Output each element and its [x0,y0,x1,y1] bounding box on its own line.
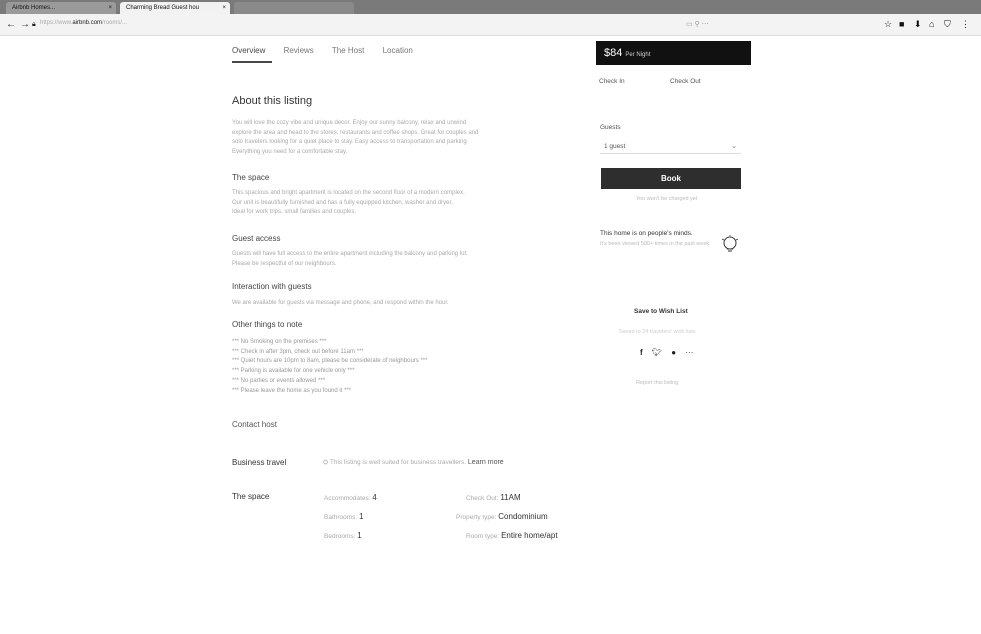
rare-find-title: This home is on people's minds. [600,230,693,237]
tab-reviews[interactable]: Reviews [284,46,314,55]
space-text: This spacious and bright apartment is lo… [232,190,465,216]
contact-host-link[interactable]: Contact host [232,420,277,429]
about-title: About this listing [232,95,313,107]
listing-subnav: Overview Reviews The Host Location [232,46,429,55]
browser-tab-active[interactable]: Charming Bread Guest hou × [120,2,230,14]
detail-check-out: Check Out: 11AM [466,493,521,502]
close-icon[interactable]: × [108,2,112,14]
reader-mode-icon[interactable]: ▭ ⚲ ⋯ [686,20,709,28]
detail-room-type: Room type: Entire home/apt [466,531,558,540]
twitter-icon[interactable]: 🐦︎ [652,348,662,357]
detail-accommodates: Accommodates: 4 [324,493,377,502]
wont-be-charged-note: You won't be charged yet [636,196,698,202]
about-text: You will love the cozy vibe and unique d… [232,120,479,155]
list-item: *** No parties or events allowed *** [232,377,326,384]
business-travel-text: ⛭ This listing is well suited for busine… [323,459,504,466]
rare-find-subtitle: It's been viewed 500+ times in the past … [600,241,711,247]
briefcase-icon: ⛭ [323,459,330,466]
book-button[interactable]: Book [601,168,741,189]
lightbulb-icon [721,235,739,252]
other-things-list: *** No Smoking on the premises *** *** C… [232,338,427,396]
other-things-title: Other things to note [232,320,303,329]
the-space-label: The space [232,492,270,501]
download-icon[interactable]: ⬇ [914,19,922,30]
learn-more-link[interactable]: Learn more [468,459,504,466]
list-item: *** Check in after 3pm, check out before… [232,348,364,355]
save-to-wish-list-button[interactable]: Save to Wish List [634,308,688,315]
detail-bedrooms: Bedrooms: 1 [324,531,362,540]
share-row: f 🐦︎ ● ··· [640,348,700,357]
check-in-field[interactable]: Check In [599,78,625,85]
price-per-night: Per Night [625,52,651,58]
tab-overview[interactable]: Overview [232,46,265,55]
wish-list-count: Saved to 24 travelers' wish lists [619,329,696,335]
browser-tab[interactable] [234,2,354,14]
list-item: *** Parking is available for one vehicle… [232,368,355,375]
detail-property-type: Property type: Condominium [456,512,548,521]
list-item: *** No Smoking on the premises *** [232,339,327,345]
price-box: $84 Per Night [596,41,751,65]
tab-location[interactable]: Location [383,46,413,55]
forward-arrow-icon[interactable]: → [20,19,30,31]
extension-icon[interactable]: ■ [899,19,904,29]
address-bar: ← → 🔒︎ https://www.airbnb.com/rooms/... … [0,14,981,36]
back-arrow-icon[interactable]: ← [6,19,16,31]
shield-icon[interactable]: ⛉ [944,19,951,30]
list-item: *** Please leave the home as you found i… [232,387,352,394]
price-value: $84 [604,47,623,59]
url-field[interactable]: https://www.airbnb.com/rooms/... [40,20,127,26]
guest-access-text: Guests will have full access to the enti… [232,251,468,267]
report-listing-link[interactable]: Report this listing [636,380,678,386]
interaction-text: We are available for guests via message … [232,300,449,306]
browser-tab-bar: Airbnb Homes... × Charming Bread Guest ho… [0,0,981,14]
more-icon[interactable]: ··· [685,348,693,357]
list-item: *** Quiet hours are 10pm to 8am, please … [232,358,428,365]
close-icon[interactable]: × [222,2,226,14]
menu-icon[interactable]: ⋮ [961,19,970,30]
check-out-field[interactable]: Check Out [670,78,701,85]
messenger-icon[interactable]: ● [671,348,676,357]
facebook-icon[interactable]: f [640,348,643,357]
browser-tab[interactable]: Airbnb Homes... × [6,2,116,14]
guest-access-title: Guest access [232,234,281,243]
tab-the-host[interactable]: The Host [332,46,364,55]
guests-select[interactable]: 1 guest ⌄ [600,140,741,154]
space-title: The space [232,173,270,182]
guests-label: Guests [600,124,621,131]
detail-bathrooms: Bathrooms: 1 [324,512,364,521]
interaction-title: Interaction with guests [232,282,312,291]
lock-icon: 🔒︎ [32,21,36,28]
business-travel-label: Business travel [232,458,287,467]
star-icon[interactable]: ☆ [884,19,892,30]
active-tab-underline [232,61,272,63]
chevron-down-icon: ⌄ [731,143,737,150]
home-icon[interactable]: ⌂ [929,19,934,29]
